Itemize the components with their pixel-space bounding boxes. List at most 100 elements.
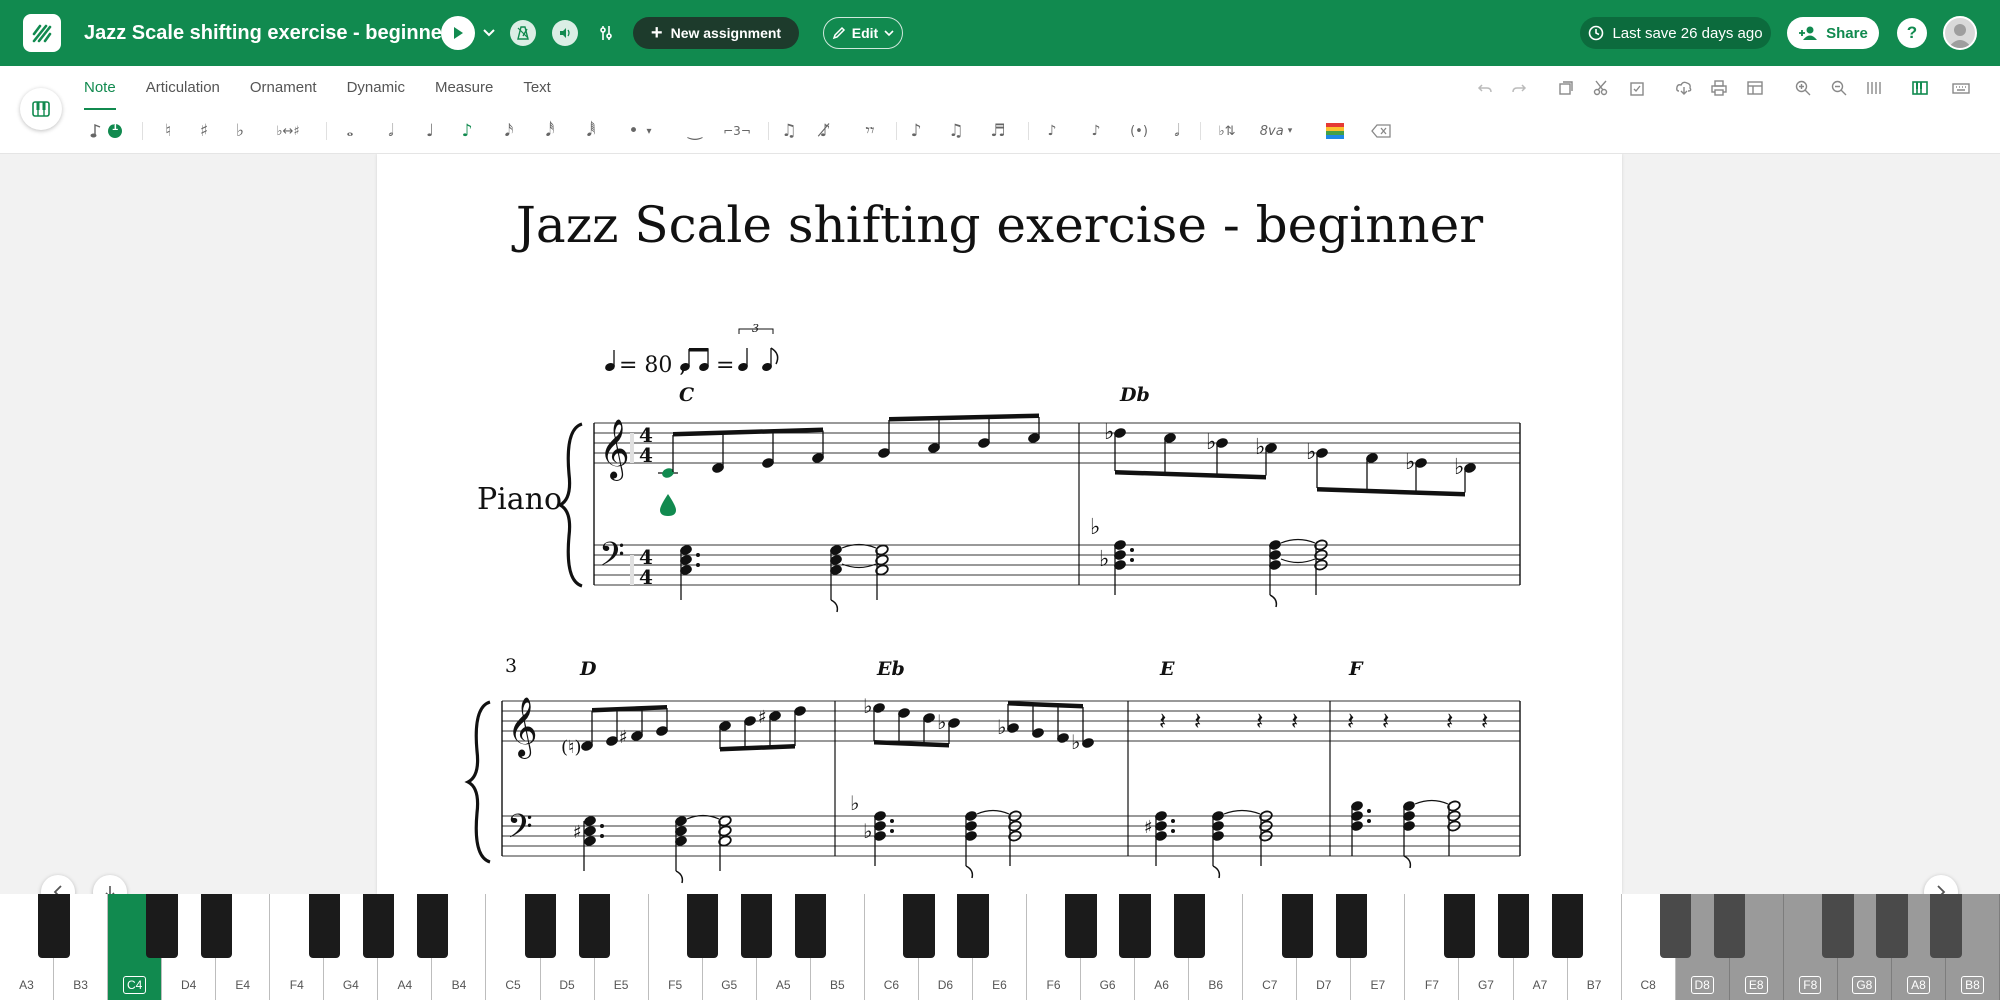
eighth-note-icon[interactable]: ♪ — [458, 118, 476, 144]
metronome-button[interactable] — [510, 20, 536, 46]
bass-clef[interactable]: 𝄢 — [599, 536, 625, 582]
tempo-marking[interactable]: = 80 , = 3 — [604, 322, 779, 378]
scroll-right-button[interactable] — [1924, 875, 1958, 894]
piano-key-fsharp5[interactable] — [687, 894, 719, 958]
avatar[interactable] — [1943, 16, 1977, 50]
tab-dynamic[interactable]: Dynamic — [347, 66, 418, 110]
voice-selector[interactable]: 1 — [90, 118, 126, 144]
piano-key-fsharp6[interactable] — [1065, 894, 1097, 958]
piano-key-csharp5[interactable] — [524, 894, 557, 958]
piano-key-asharp7[interactable] — [1551, 894, 1584, 958]
tie-icon[interactable]: ‿ — [682, 118, 708, 144]
note-color-icon[interactable] — [1326, 118, 1344, 144]
parenthesis-note-icon[interactable]: (•) — [1128, 118, 1150, 144]
print-icon[interactable] — [1708, 77, 1730, 99]
piano-key-gsharp8[interactable] — [1876, 894, 1908, 958]
share-button[interactable]: Share — [1787, 17, 1879, 49]
score-page[interactable]: Jazz Scale shifting exercise - beginner … — [377, 154, 1622, 894]
piano-key-asharp5[interactable] — [795, 894, 827, 958]
tab-articulation[interactable]: Articulation — [146, 66, 233, 110]
playback-options-chevron-icon[interactable] — [480, 22, 498, 44]
instrument-name[interactable]: Piano — [477, 482, 562, 517]
chord-symbol[interactable]: Eb — [876, 658, 905, 680]
grace-note-icon[interactable]: ♪ — [906, 118, 926, 144]
treble-clef[interactable]: 𝄞 — [599, 419, 630, 481]
chord-symbol[interactable]: C — [679, 384, 694, 406]
paste-icon[interactable] — [1626, 77, 1648, 99]
sharp-icon[interactable]: ♯ — [196, 118, 212, 144]
thirty-second-note-icon[interactable]: 𝅘𝅥𝅰 — [541, 118, 559, 144]
delete-backspace-icon[interactable] — [1370, 118, 1392, 144]
scissors-icon[interactable] — [1590, 77, 1612, 99]
measure-1-bass-chords[interactable] — [679, 543, 889, 613]
stem-direction-icon[interactable]: 𝅗𝅥 — [1168, 118, 1186, 144]
measure-2-treble-notes[interactable]: ♭ ♭ ♭ ♭ ♭ ♭ — [1104, 420, 1477, 497]
half-note-icon[interactable]: 𝅗𝅥 — [383, 118, 399, 144]
piano-key-csharp4[interactable] — [146, 894, 178, 958]
flat-logo-icon[interactable] — [23, 14, 61, 52]
chord-symbol[interactable]: E — [1159, 658, 1175, 680]
enharmonic-switch-icon[interactable]: ♭↔♯ — [270, 118, 306, 144]
chord-symbol[interactable]: D — [579, 658, 597, 680]
sixteenth-note-icon[interactable]: 𝅘𝅥𝅯 — [500, 118, 518, 144]
tuplet-icon[interactable]: ⌐ 3 ¬ — [722, 118, 752, 144]
time-signature[interactable]: 4 4 4 4 — [639, 423, 653, 589]
zoom-out-icon[interactable] — [1828, 77, 1850, 99]
last-save-status[interactable]: Last save 26 days ago — [1580, 17, 1771, 49]
system-2-bass-chords[interactable]: ♯ ♭ ♭ ♯ — [573, 791, 1461, 884]
cloud-download-icon[interactable] — [1673, 77, 1695, 99]
unbeam-notes-icon[interactable]: ♪̸ — [812, 118, 838, 144]
transpose-icon[interactable]: ♭⇅ — [1212, 118, 1242, 144]
layout-icon[interactable] — [1744, 77, 1766, 99]
mixer-button[interactable] — [593, 20, 619, 46]
duplicate-icon[interactable] — [1555, 77, 1577, 99]
redo-icon[interactable] — [1508, 77, 1530, 99]
sixty-fourth-note-icon[interactable]: 𝅘𝅥𝅱 — [582, 118, 600, 144]
piano-key-dsharp8[interactable] — [1714, 894, 1746, 958]
bass-clef[interactable]: 𝄢 — [507, 808, 533, 854]
octave-down-button[interactable] — [93, 875, 127, 894]
document-title[interactable]: Jazz Scale shifting exercise - beginner — [84, 0, 450, 66]
piano-key-csharp7[interactable] — [1281, 894, 1313, 958]
piano-keyboard[interactable]: A3 B3 C4 D4 E4 F4 G4 A4 B4 C5 D5 E5 F5 G5 A5 B5 C6 D6 E6 F6… — [0, 894, 2000, 1000]
tab-measure[interactable]: Measure — [435, 66, 506, 110]
piano-key-asharp3[interactable] — [38, 894, 70, 958]
piano-key-dsharp5[interactable] — [578, 894, 611, 958]
piano-key-fsharp7[interactable] — [1443, 894, 1476, 958]
chord-symbol[interactable]: F — [1348, 658, 1364, 680]
help-button[interactable]: ? — [1897, 18, 1927, 48]
tab-text[interactable]: Text — [523, 66, 564, 110]
triple-beam-icon[interactable]: ♬ — [983, 118, 1013, 144]
measure-4-treble-notes[interactable]: ♭ ♭ ♭ ♭ — [863, 694, 1095, 754]
piano-key-dsharp4[interactable] — [200, 894, 232, 958]
system-2[interactable]: 𝄞 𝄢 (♮) ♯ ♯ ♭ ♭ ♭ ♭ 𝄽 𝄽 𝄽 𝄽 𝄽 𝄽 𝄽 𝄽 ♯ ♭ … — [464, 694, 1521, 884]
new-assignment-button[interactable]: + New assignment — [633, 17, 799, 49]
tab-note[interactable]: Note — [84, 66, 129, 110]
piano-key-csharp6[interactable] — [903, 894, 935, 958]
note-entry-marker[interactable] — [660, 494, 676, 516]
computer-keyboard-icon[interactable] — [1950, 77, 1972, 99]
piano-key-asharp4[interactable] — [416, 894, 449, 958]
piano-key-dsharp7[interactable] — [1335, 894, 1368, 958]
edit-mode-button[interactable]: Edit — [823, 17, 903, 49]
piano-key-gsharp7[interactable] — [1497, 894, 1530, 958]
chord-symbol[interactable]: Db — [1119, 384, 1150, 406]
piano-key-gsharp5[interactable] — [741, 894, 773, 958]
small-note-icon[interactable]: ♪ — [1086, 118, 1106, 144]
measure-2-bass-chords[interactable]: ♭ ♭ — [1090, 515, 1328, 608]
ottava-icon[interactable]: 8va ▾ — [1256, 118, 1296, 144]
system-1[interactable]: 𝄞 𝄢 4 4 4 4 ♭ ♭ ♭ ♭ ♭ ♭ ♭ ♭ — [556, 413, 1521, 613]
piano-key-csharp8[interactable] — [1660, 894, 1692, 958]
piano-key-fsharp4[interactable] — [308, 894, 340, 958]
piano-key-asharp8[interactable] — [1930, 894, 1962, 958]
piano-key-gsharp4[interactable] — [362, 894, 395, 958]
rest-group-icon[interactable]: 𝄾𝄾 — [856, 118, 884, 144]
score-viewport[interactable]: Jazz Scale shifting exercise - beginner … — [0, 154, 2000, 894]
play-button[interactable] — [441, 16, 475, 50]
quarter-note-icon[interactable]: ♩ — [422, 118, 438, 144]
dot-icon[interactable]: • ▾ — [625, 118, 655, 144]
piano-key-gsharp6[interactable] — [1119, 894, 1151, 958]
piano-key-dsharp6[interactable] — [957, 894, 989, 958]
zoom-in-icon[interactable] — [1792, 77, 1814, 99]
natural-icon[interactable]: ♮ — [160, 118, 176, 144]
